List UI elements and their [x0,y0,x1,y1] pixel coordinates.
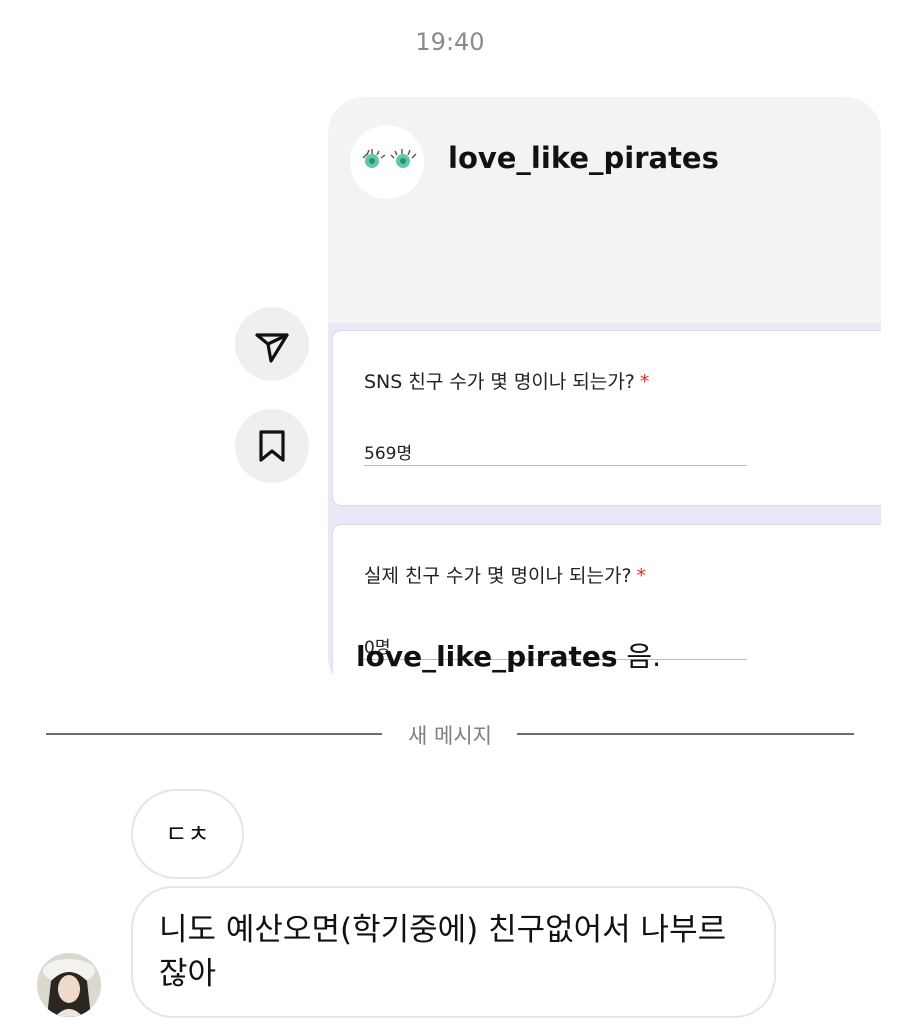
caption-username: love_like_pirates [356,640,618,673]
answer-text: 569명 [364,444,413,464]
shared-post-card[interactable]: love_like_pirates SNS 친구 수가 몇 명이나 되는가? * … [328,97,881,693]
question-card: SNS 친구 수가 몇 명이나 되는가? * 569명 [332,330,881,506]
share-button[interactable] [235,307,309,381]
post-header[interactable]: love_like_pirates [328,97,881,227]
answer-underline [364,465,747,466]
message-bubble[interactable]: 니도 예산오면(학기중에) 친구없어서 나부르 잖아 [131,886,776,1018]
required-mark: * [636,565,647,587]
question-text: SNS 친구 수가 몇 명이나 되는가? * [364,371,650,393]
caption-text: 음. [617,640,662,673]
save-button[interactable] [235,409,309,483]
sender-avatar[interactable] [37,953,101,1017]
new-messages-divider: 새 메시지 [46,720,854,748]
bookmark-icon [259,430,285,462]
divider-label: 새 메시지 [408,724,492,748]
message-timestamp: 19:40 [415,28,485,56]
divider-line [517,733,854,735]
question-text: 실제 친구 수가 몇 명이나 되는가? * [364,565,647,587]
eyes-avatar-icon [362,149,417,168]
post-author-username[interactable]: love_like_pirates [448,141,719,175]
divider-line [46,733,382,735]
message-bubble[interactable]: ㄷㅊ [131,789,244,879]
dm-thread: 19:40 love_like_pirates SNS 친구 수가 몇 명이나 … [0,0,900,1027]
post-caption: love_like_pirates 음. [356,635,661,675]
profile-photo-icon [37,953,101,1017]
required-mark: * [639,371,650,393]
post-author-avatar[interactable] [350,125,424,199]
send-icon [255,333,289,363]
